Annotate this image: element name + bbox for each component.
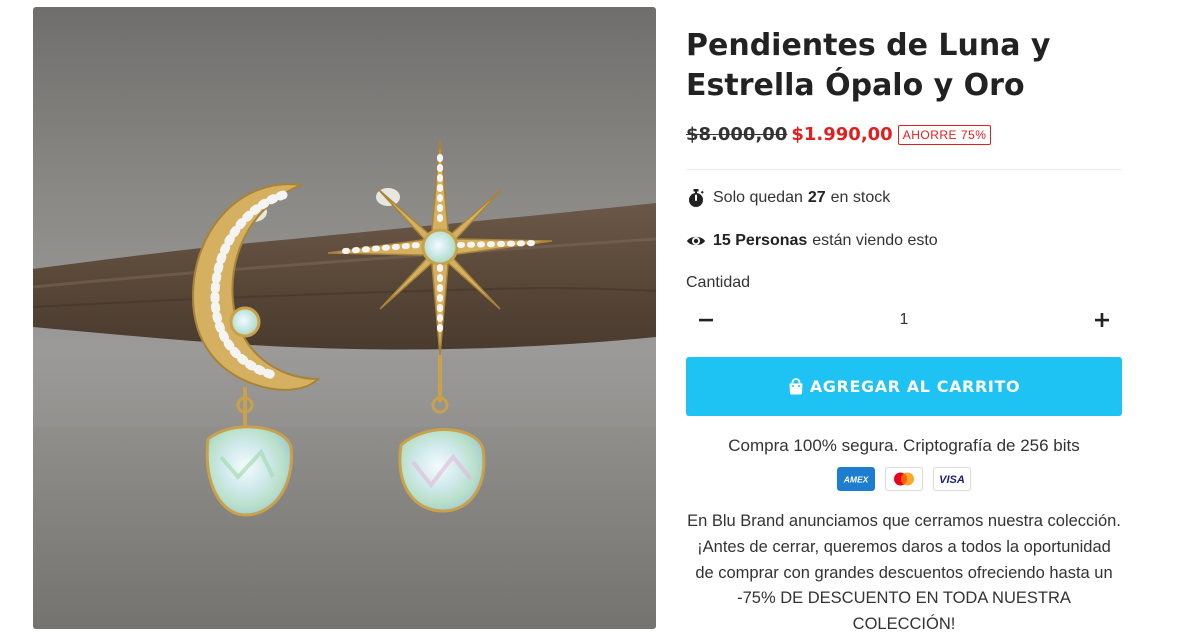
quantity-increase-button[interactable] <box>1082 303 1122 337</box>
add-to-cart-label: AGREGAR AL CARRITO <box>809 377 1021 396</box>
viewers-suffix: están viendo esto <box>812 232 938 249</box>
divider <box>686 169 1122 170</box>
eye-icon <box>686 231 706 251</box>
product-image[interactable] <box>33 7 656 629</box>
payment-methods: AMEX VISA <box>837 467 971 491</box>
stock-suffix: en stock <box>830 189 891 206</box>
quantity-decrease-button[interactable] <box>686 303 726 337</box>
svg-text:VISA: VISA <box>939 474 965 486</box>
mastercard-icon <box>885 467 923 491</box>
product-title: Pendientes de Luna y Estrella Ópalo y Or… <box>686 28 1051 103</box>
visa-card-icon: VISA <box>933 467 971 491</box>
add-to-cart-button[interactable]: AGREGAR AL CARRITO <box>686 357 1122 416</box>
viewers-notice: 15 Personas están viendo esto <box>686 231 938 251</box>
minus-icon <box>699 318 713 322</box>
viewers-count: 15 Personas <box>713 232 808 249</box>
quantity-input[interactable]: 1 <box>726 311 1082 329</box>
svg-text:AMEX: AMEX <box>843 475 870 485</box>
quantity-label: Cantidad <box>686 274 751 291</box>
shopping-bag-icon <box>789 378 803 395</box>
stopwatch-icon <box>686 188 706 208</box>
quantity-stepper: 1 <box>686 303 1122 337</box>
plus-icon <box>1095 313 1109 327</box>
stock-prefix: Solo quedan <box>713 189 803 206</box>
amex-card-icon: AMEX <box>837 467 875 491</box>
closing-sale-description: En Blu Brand anunciamos que cerramos nue… <box>687 512 1121 634</box>
discount-badge: AHORRE 75% <box>897 124 992 145</box>
old-price: $8.000,00 <box>686 124 788 145</box>
secure-purchase-text: Compra 100% segura. Criptografía de 256 … <box>728 436 1080 455</box>
price-row: $8.000,00 $1.990,00 AHORRE 75% <box>686 124 992 145</box>
earrings-illustration <box>33 138 656 629</box>
sale-price: $1.990,00 <box>791 124 893 145</box>
stock-notice: Solo quedan 27 en stock <box>686 188 890 208</box>
stock-count: 27 <box>807 189 826 206</box>
